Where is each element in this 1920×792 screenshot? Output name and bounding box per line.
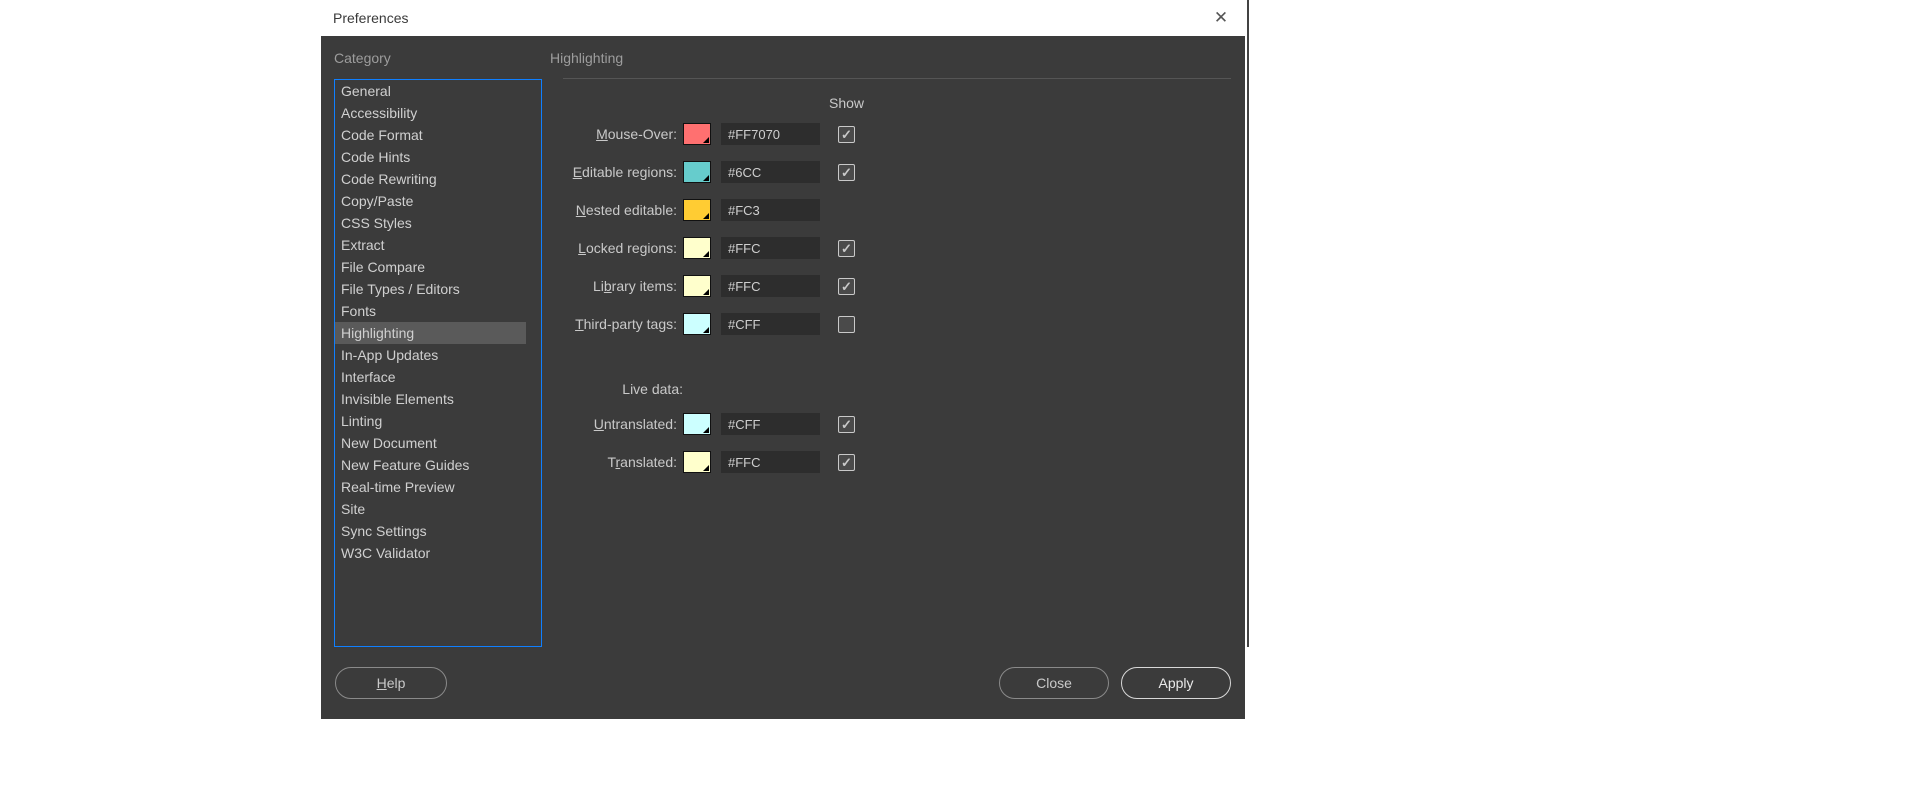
category-item-code-hints[interactable]: Code Hints (335, 146, 541, 168)
highlighting-panel: Show Mouse-Over: Editable regions: Nested … (542, 79, 1232, 647)
category-item-highlighting[interactable]: Highlighting (335, 322, 541, 344)
category-item-file-types-editors[interactable]: File Types / Editors (335, 278, 541, 300)
category-item-fonts[interactable]: Fonts (335, 300, 541, 322)
category-item-in-app-updates[interactable]: In-App Updates (335, 344, 541, 366)
right-edge-divider (1247, 0, 1249, 647)
show-checkbox-untranslated[interactable] (838, 416, 855, 433)
show-column-header: Show (829, 95, 1232, 111)
category-item-code-rewriting[interactable]: Code Rewriting (335, 168, 541, 190)
show-checkbox-mouse-over[interactable] (838, 126, 855, 143)
category-item-css-styles[interactable]: CSS Styles (335, 212, 541, 234)
hex-input-mouse-over[interactable] (721, 123, 820, 145)
hex-input-nested-editable[interactable] (721, 199, 820, 221)
row-nested-editable: Nested editable: (564, 197, 1232, 223)
label-untranslated: Untranslated: (564, 416, 683, 432)
hex-input-locked-regions[interactable] (721, 237, 820, 259)
color-swatch-editable-regions[interactable] (683, 161, 711, 183)
color-swatch-library-items[interactable] (683, 275, 711, 297)
row-untranslated: Untranslated: (564, 411, 1232, 437)
color-swatch-locked-regions[interactable] (683, 237, 711, 259)
close-icon[interactable]: ✕ (1211, 8, 1231, 28)
category-item-general[interactable]: General (335, 80, 541, 102)
hex-input-translated[interactable] (721, 451, 820, 473)
scrollbar-track[interactable] (526, 80, 541, 646)
category-item-code-format[interactable]: Code Format (335, 124, 541, 146)
row-editable-regions: Editable regions: (564, 159, 1232, 185)
close-button[interactable]: Close (999, 667, 1109, 699)
label-library-items: Library items: (564, 278, 683, 294)
category-item-real-time-preview[interactable]: Real-time Preview (335, 476, 541, 498)
hex-input-third-party-tags[interactable] (721, 313, 820, 335)
category-item-sync-settings[interactable]: Sync Settings (335, 520, 541, 542)
category-list[interactable]: GeneralAccessibilityCode FormatCode Hint… (334, 79, 542, 647)
preferences-dialog: Preferences ✕ Category Highlighting Gene… (321, 0, 1245, 719)
color-swatch-third-party-tags[interactable] (683, 313, 711, 335)
row-translated: Translated: (564, 449, 1232, 475)
row-mouse-over: Mouse-Over: (564, 121, 1232, 147)
label-third-party-tags: Third-party tags: (564, 316, 683, 332)
color-swatch-untranslated[interactable] (683, 413, 711, 435)
show-checkbox-locked-regions[interactable] (838, 240, 855, 257)
category-item-invisible-elements[interactable]: Invisible Elements (335, 388, 541, 410)
color-swatch-mouse-over[interactable] (683, 123, 711, 145)
help-label-ul: H (377, 675, 387, 691)
category-item-copy-paste[interactable]: Copy/Paste (335, 190, 541, 212)
dialog-footer: Help Close Apply (321, 647, 1245, 719)
label-locked-regions: Locked regions: (564, 240, 683, 256)
label-nested-editable: Nested editable: (564, 202, 683, 218)
category-item-extract[interactable]: Extract (335, 234, 541, 256)
color-swatch-translated[interactable] (683, 451, 711, 473)
window-title: Preferences (333, 10, 408, 26)
row-library-items: Library items: (564, 273, 1232, 299)
row-third-party-tags: Third-party tags: (564, 311, 1232, 337)
category-item-new-feature-guides[interactable]: New Feature Guides (335, 454, 541, 476)
hex-input-library-items[interactable] (721, 275, 820, 297)
category-header: Category (321, 50, 550, 66)
titlebar[interactable]: Preferences ✕ (321, 0, 1245, 36)
category-item-accessibility[interactable]: Accessibility (335, 102, 541, 124)
apply-button[interactable]: Apply (1121, 667, 1231, 699)
category-item-file-compare[interactable]: File Compare (335, 256, 541, 278)
footer-right: Close Apply (999, 667, 1231, 699)
category-item-w3c-validator[interactable]: W3C Validator (335, 542, 541, 564)
label-translated: Translated: (564, 454, 683, 470)
main-area: GeneralAccessibilityCode FormatCode Hint… (321, 79, 1245, 647)
show-checkbox-third-party-tags[interactable] (838, 316, 855, 333)
row-locked-regions: Locked regions: (564, 235, 1232, 261)
hex-input-editable-regions[interactable] (721, 161, 820, 183)
show-checkbox-library-items[interactable] (838, 278, 855, 295)
help-label-post: elp (387, 675, 406, 691)
help-button[interactable]: Help (335, 667, 447, 699)
category-item-site[interactable]: Site (335, 498, 541, 520)
color-swatch-nested-editable[interactable] (683, 199, 711, 221)
label-editable-regions: Editable regions: (564, 164, 683, 180)
category-item-new-document[interactable]: New Document (335, 432, 541, 454)
show-checkbox-editable-regions[interactable] (838, 164, 855, 181)
hex-input-untranslated[interactable] (721, 413, 820, 435)
dialog-body: Category Highlighting GeneralAccessibili… (321, 36, 1245, 647)
category-item-interface[interactable]: Interface (335, 366, 541, 388)
show-checkbox-translated[interactable] (838, 454, 855, 471)
live-data-label: Live data: (564, 381, 683, 397)
panel-header: Highlighting (550, 50, 623, 66)
column-headers: Category Highlighting (321, 36, 1245, 74)
label-mouse-over: Mouse-Over: (564, 126, 683, 142)
category-item-linting[interactable]: Linting (335, 410, 541, 432)
